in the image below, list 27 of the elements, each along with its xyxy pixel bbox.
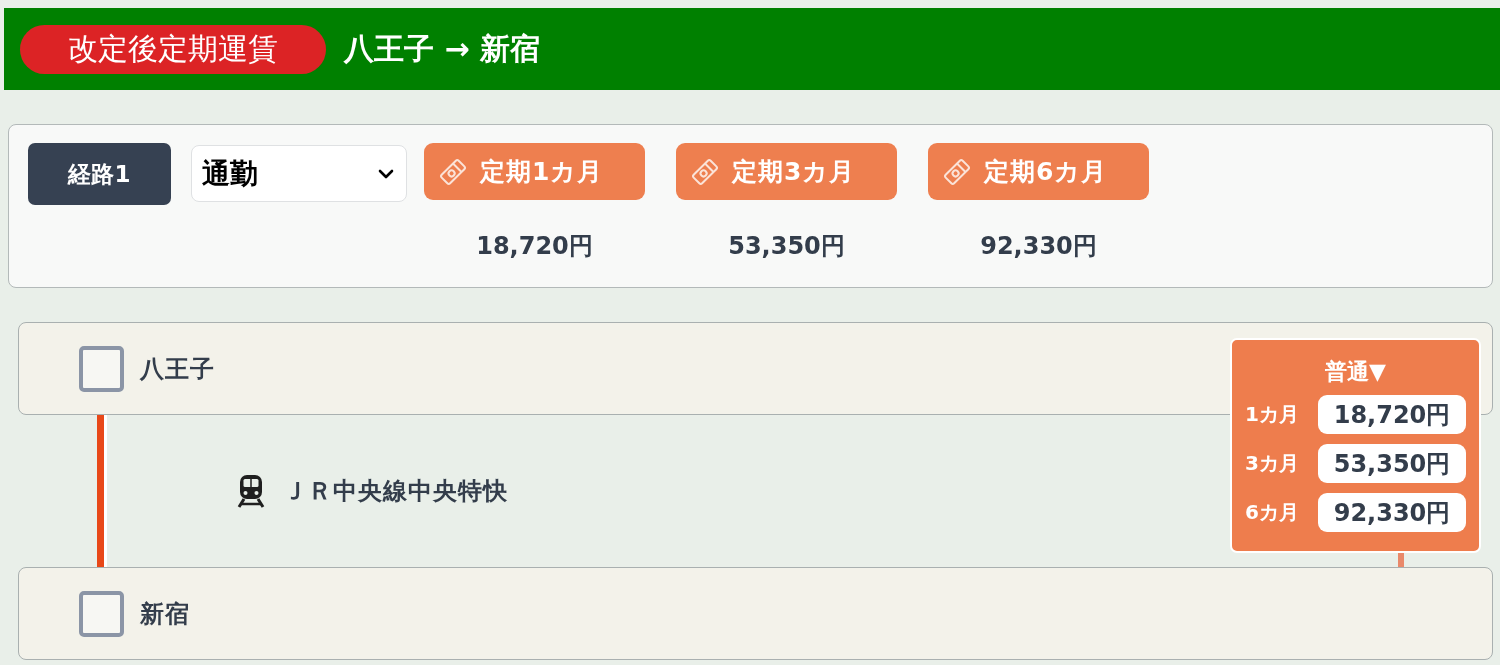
ticket-icon xyxy=(438,156,468,187)
fare-amount: 18,720円 xyxy=(1318,395,1466,434)
period-label: 6カ月 xyxy=(1245,499,1300,526)
ticket-icon xyxy=(942,156,972,187)
pass-price: 92,330円 xyxy=(980,231,1097,262)
period-label: 3カ月 xyxy=(1245,450,1300,477)
ticket-icon xyxy=(690,156,720,187)
train-line-name: ＪＲ中央線中央特快 xyxy=(283,476,508,507)
commuter-pass-button[interactable]: 定期6カ月 xyxy=(928,143,1149,200)
commuter-pass-button[interactable]: 定期3カ月 xyxy=(676,143,897,200)
commuter-pass-button[interactable]: 定期1カ月 xyxy=(424,143,645,200)
station-name: 八王子 xyxy=(140,353,215,385)
fare-revision-badge: 改定後定期運賃 xyxy=(20,24,326,74)
pass-price: 53,350円 xyxy=(728,231,845,262)
train-icon xyxy=(237,474,265,508)
pass-price: 18,720円 xyxy=(476,231,593,262)
period-label: 1カ月 xyxy=(1245,401,1300,428)
station-checkbox[interactable] xyxy=(79,590,124,637)
route-tag: 経路1 xyxy=(28,143,171,205)
station-checkbox[interactable] xyxy=(79,345,124,392)
chevron-icon xyxy=(378,168,394,179)
fare-type-toggle[interactable]: 普通▼ xyxy=(1325,358,1386,386)
fare-amount: 53,350円 xyxy=(1318,444,1466,483)
fare-amount: 92,330円 xyxy=(1318,493,1466,532)
route-title: 八王子 → 新宿 xyxy=(344,29,541,68)
purpose-select[interactable]: 通勤 xyxy=(191,145,407,202)
station-name: 新宿 xyxy=(140,598,190,630)
